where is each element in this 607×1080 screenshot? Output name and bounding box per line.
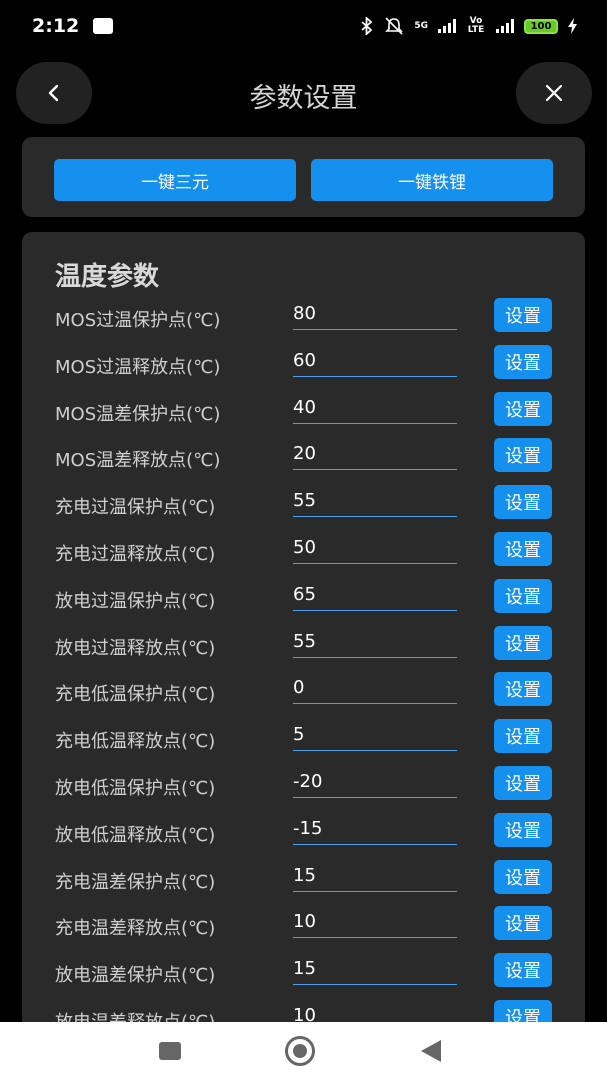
parameter-row: 放电低温保护点(℃) -20 设置	[22, 766, 585, 806]
parameter-label: 充电低温释放点(℃)	[55, 731, 216, 753]
status-right: 5G Vo LTE 100	[360, 17, 577, 35]
preset-ternary-button[interactable]: 一键三元	[54, 159, 296, 201]
parameter-label: MOS过温保护点(℃)	[55, 310, 221, 331]
parameter-row: 充电低温释放点(℃) 5 设置	[22, 719, 585, 759]
parameter-row: 充电温差释放点(℃) 10 设置	[22, 906, 585, 946]
home-icon[interactable]	[285, 1036, 315, 1066]
preset-card: 一键三元 一键铁锂	[22, 137, 585, 217]
parameter-label: MOS温差保护点(℃)	[55, 403, 221, 425]
section-title: 温度参数	[55, 262, 160, 292]
set-button[interactable]: 设置	[494, 485, 552, 520]
parameter-row: MOS温差保护点(℃) 40 设置	[22, 391, 585, 432]
network-5g-label: 5G	[414, 20, 428, 31]
navigation-bar	[0, 1022, 607, 1080]
parameter-value-input[interactable]: 20	[293, 438, 457, 471]
parameter-row: 充电低温保护点(℃) 0 设置	[22, 672, 585, 712]
set-button[interactable]: 设置	[494, 766, 552, 800]
close-icon	[545, 84, 563, 102]
parameter-label: 放电低温保护点(℃)	[55, 778, 216, 799]
parameter-value-input[interactable]: 60	[293, 345, 457, 377]
battery-icon: 100	[524, 18, 558, 34]
parameter-value-input[interactable]: 5	[293, 719, 457, 752]
set-button[interactable]: 设置	[494, 438, 552, 473]
parameter-value-input[interactable]: -15	[293, 813, 457, 845]
parameter-label: 放电过温释放点(℃)	[55, 637, 216, 659]
set-button[interactable]: 设置	[494, 812, 552, 847]
status-bar: 2:12 5G Vo LTE 100	[0, 0, 607, 52]
set-button[interactable]: 设置	[494, 953, 552, 988]
set-button[interactable]: 设置	[494, 672, 552, 707]
set-button[interactable]: 设置	[494, 625, 552, 660]
parameter-label: 放电温差保护点(℃)	[55, 965, 216, 987]
parameter-label: MOS温差释放点(℃)	[55, 450, 221, 472]
recents-icon[interactable]	[159, 1042, 181, 1060]
parameter-value-input[interactable]: 65	[293, 579, 457, 611]
back-triangle-icon[interactable]	[421, 1040, 441, 1062]
status-left: 2:12	[32, 15, 114, 37]
preset-lfp-button[interactable]: 一键铁锂	[311, 159, 553, 201]
signal-icon	[438, 19, 456, 33]
volte-label: Vo LTE	[467, 16, 485, 35]
parameter-label: 充电过温释放点(℃)	[55, 544, 216, 565]
parameter-value-input[interactable]: 55	[293, 485, 457, 518]
status-time: 2:12	[32, 15, 80, 37]
parameter-row: MOS温差释放点(℃) 20 设置	[22, 438, 585, 478]
parameter-row: MOS过温释放点(℃) 60 设置	[22, 344, 585, 385]
set-button[interactable]: 设置	[494, 859, 552, 894]
charging-bolt-icon	[568, 18, 577, 34]
set-button[interactable]: 设置	[494, 578, 552, 613]
parameter-row: 充电过温保护点(℃) 55 设置	[22, 485, 585, 525]
page-header: 参数设置	[0, 62, 607, 126]
parameter-value-input[interactable]: 15	[293, 860, 457, 892]
parameter-label: 放电低温释放点(℃)	[55, 824, 216, 846]
temperature-card: 温度参数 MOS过温保护点(℃) 80 设置 MOS过温释放点(℃) 60 设置 MOS温差…	[22, 232, 585, 1032]
bell-muted-icon	[385, 17, 404, 35]
bluetooth-icon	[361, 17, 373, 35]
parameter-value-input[interactable]: 55	[293, 626, 457, 658]
parameter-row: 放电低温释放点(℃) -15 设置	[22, 812, 585, 853]
close-button[interactable]	[516, 62, 592, 124]
parameter-label: 充电低温保护点(℃)	[55, 684, 216, 706]
set-button[interactable]: 设置	[494, 298, 552, 332]
parameter-value-input[interactable]: 15	[293, 953, 457, 986]
parameter-row: 充电温差保护点(℃) 15 设置	[22, 859, 585, 900]
parameter-value-input[interactable]: -20	[293, 766, 457, 798]
set-button[interactable]: 设置	[494, 719, 552, 754]
parameter-label: MOS过温释放点(℃)	[55, 356, 221, 378]
set-button[interactable]: 设置	[494, 391, 552, 426]
parameter-row: MOS过温保护点(℃) 80 设置	[22, 298, 585, 338]
parameter-label: 充电温差保护点(℃)	[55, 871, 216, 893]
parameter-label: 充电过温保护点(℃)	[55, 497, 216, 519]
notification-icon	[93, 18, 114, 34]
parameter-row: 放电过温释放点(℃) 55 设置	[22, 625, 585, 666]
parameter-label: 放电过温保护点(℃)	[55, 590, 216, 612]
set-button[interactable]: 设置	[494, 532, 552, 566]
parameter-label: 充电温差释放点(℃)	[55, 918, 216, 940]
set-button[interactable]: 设置	[494, 906, 552, 941]
parameter-row: 充电过温释放点(℃) 50 设置	[22, 532, 585, 572]
signal-icon-2	[496, 19, 514, 33]
parameter-value-input[interactable]: 80	[293, 298, 457, 330]
parameter-value-input[interactable]: 50	[293, 532, 457, 564]
set-button[interactable]: 设置	[494, 344, 552, 379]
parameter-value-input[interactable]: 10	[293, 906, 457, 939]
parameter-row: 放电温差保护点(℃) 15 设置	[22, 953, 585, 993]
parameter-value-input[interactable]: 40	[293, 392, 457, 424]
parameter-value-input[interactable]: 0	[293, 672, 457, 705]
parameter-row: 放电过温保护点(℃) 65 设置	[22, 578, 585, 619]
